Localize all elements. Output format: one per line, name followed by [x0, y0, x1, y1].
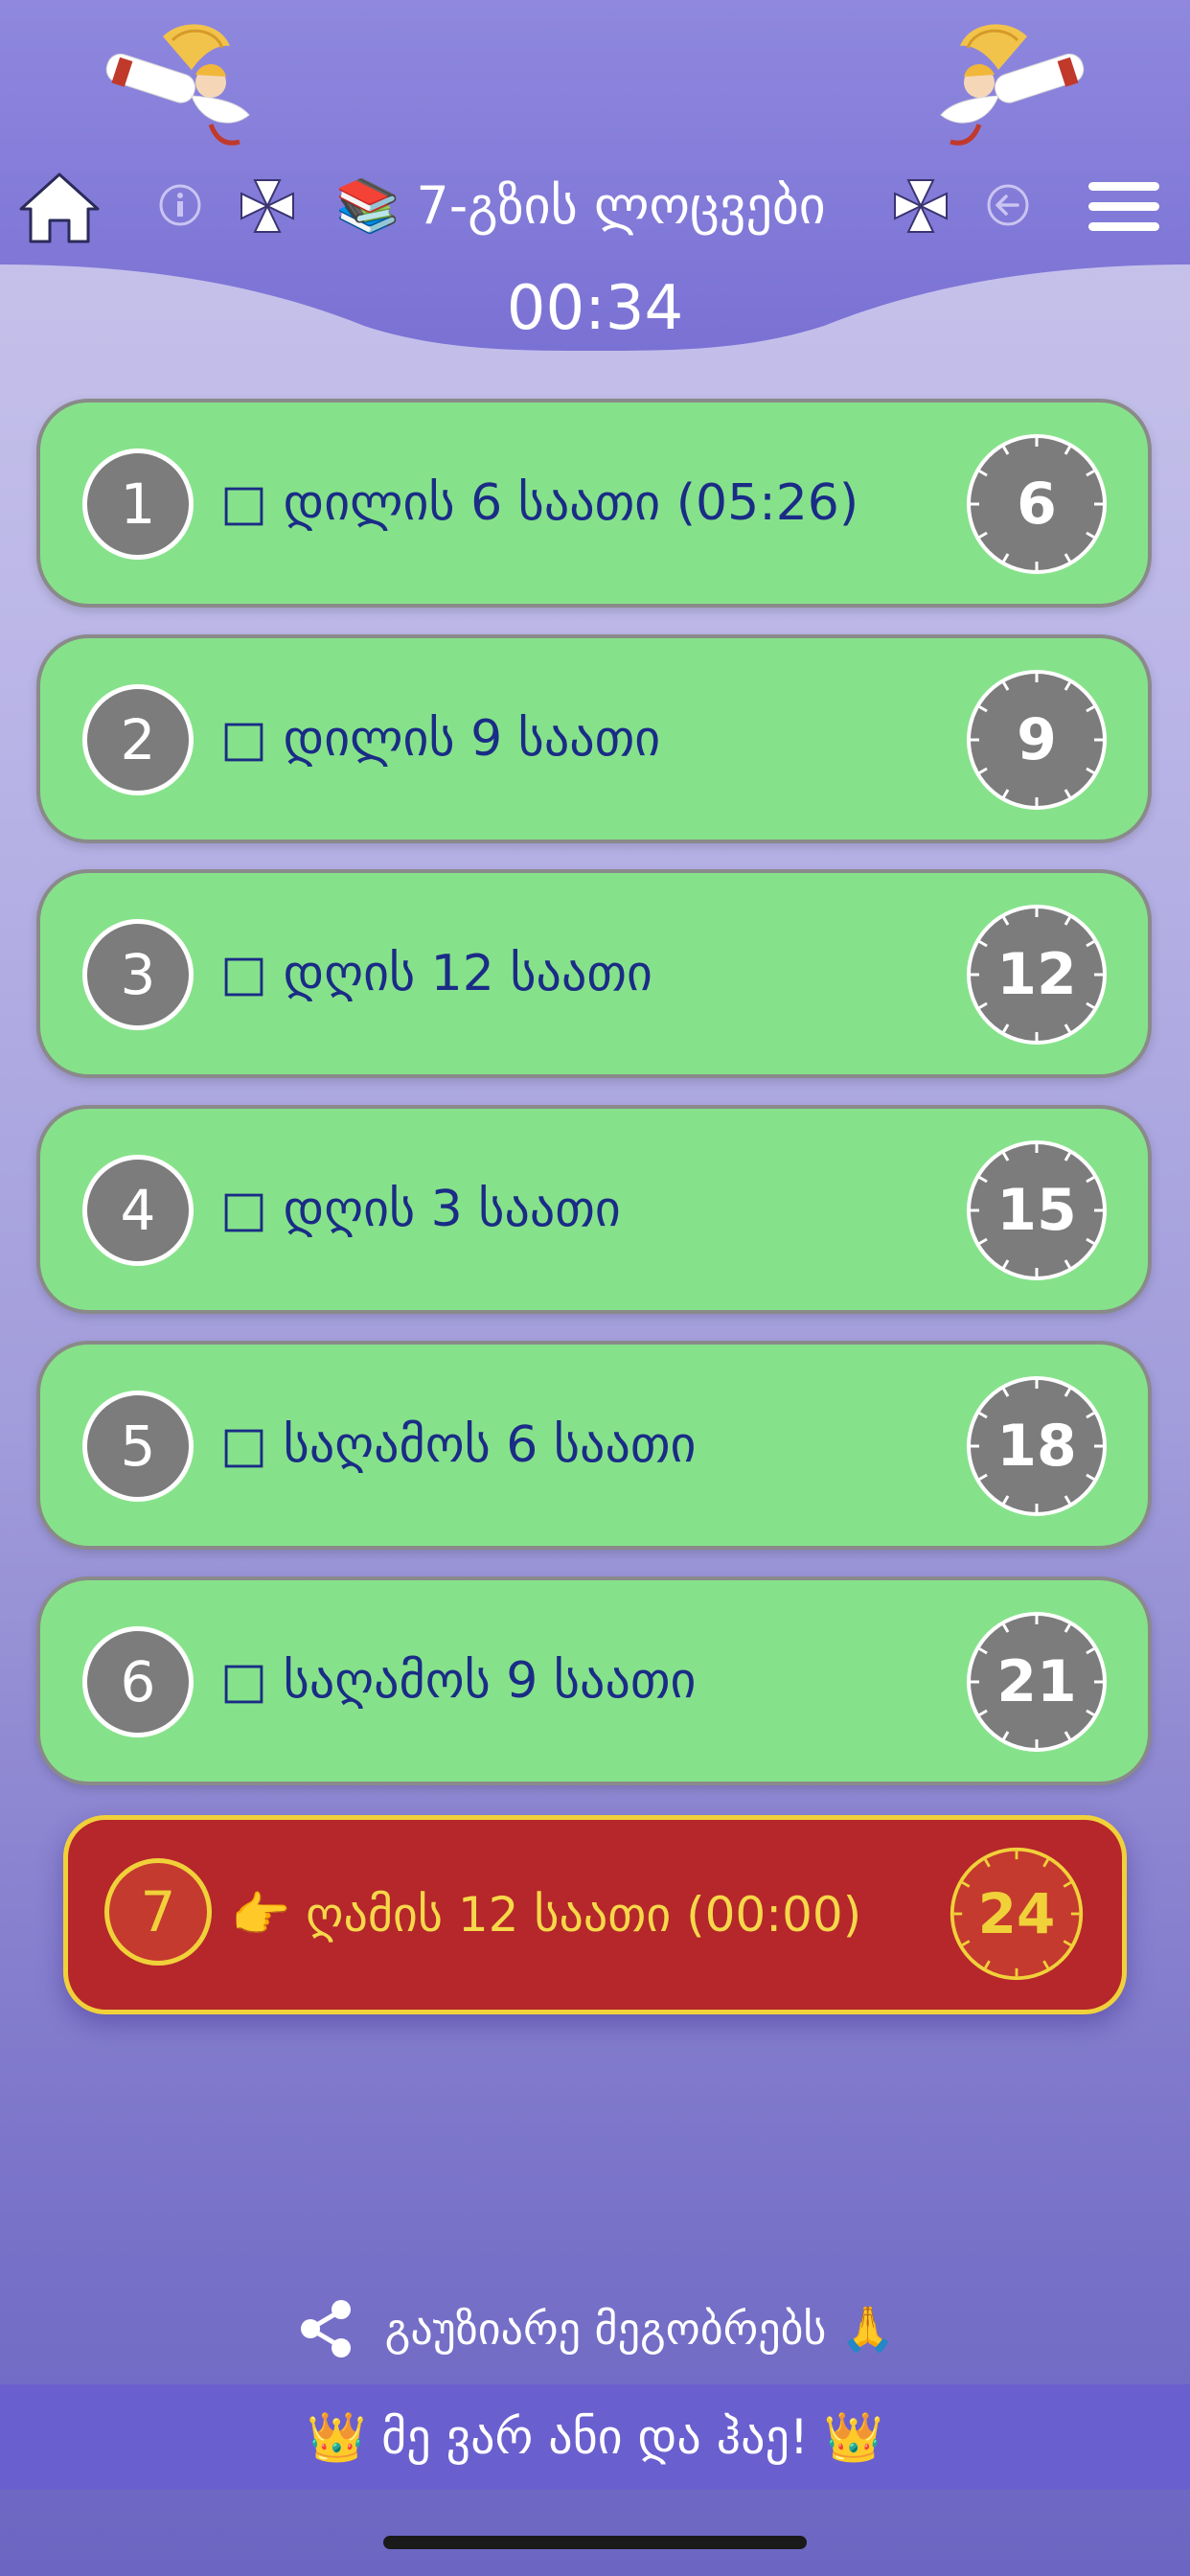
- angel-trumpet-icon: [105, 24, 250, 146]
- row-index-badge: 1: [82, 448, 194, 560]
- row-label: 👉 ღამის 12 საათი (00:00): [231, 1887, 862, 1943]
- app-header: 📚 7-გზის ლოცვები 00:34: [0, 0, 1190, 364]
- row-label: □ საღამოს 9 საათი: [220, 1652, 697, 1710]
- hamburger-menu-icon[interactable]: [1087, 178, 1161, 236]
- prayer-row-3[interactable]: 3 □ დღის 12 საათი 12: [36, 869, 1152, 1078]
- info-icon[interactable]: [157, 182, 203, 228]
- angel-trumpet-icon: [940, 24, 1085, 146]
- row-label: □ დილის 6 საათი (05:26): [220, 474, 859, 532]
- row-label: □ საღამოს 6 საათი: [220, 1416, 697, 1474]
- prayer-row-7-current[interactable]: 7 👉 ღამის 12 საათი (00:00) 24: [63, 1815, 1127, 2014]
- row-index-badge: 7: [104, 1858, 212, 1966]
- clock-hour: 21: [996, 1648, 1077, 1715]
- prayer-row-2[interactable]: 2 □ დილის 9 საათი 9: [36, 634, 1152, 843]
- row-label: □ დილის 9 საათი: [220, 710, 661, 768]
- back-arrow-icon[interactable]: [985, 182, 1031, 228]
- row-label: □ დღის 3 საათი: [220, 1181, 621, 1238]
- countdown-timer: 00:34: [506, 273, 684, 344]
- row-index-badge: 3: [82, 919, 194, 1030]
- share-label[interactable]: გაუზიარე მეგობრებს 🙏: [385, 2303, 896, 2356]
- share-with-friends[interactable]: გაუზიარე მეგობრებს 🙏: [0, 2290, 1190, 2367]
- row-index-badge: 5: [82, 1391, 194, 1502]
- home-icon[interactable]: [17, 169, 102, 245]
- clock-hour: 24: [977, 1881, 1056, 1946]
- row-index-badge: 6: [82, 1626, 194, 1737]
- share-icon[interactable]: [295, 2297, 358, 2360]
- footer-banner: 👑 მე ვარ ანი და ჰაე! 👑: [0, 2384, 1190, 2490]
- row-label: □ დღის 12 საათი: [220, 945, 652, 1002]
- maltese-cross-icon: [894, 179, 948, 233]
- row-index-badge: 2: [82, 684, 194, 795]
- clock-hour: 12: [996, 941, 1077, 1008]
- title-bar: 📚 7-გზის ლოცვები: [0, 163, 1190, 249]
- clock-hour: 18: [996, 1413, 1077, 1480]
- prayer-row-4[interactable]: 4 □ დღის 3 საათი 15: [36, 1105, 1152, 1314]
- clock-hour: 9: [1017, 706, 1057, 773]
- clock-hour: 6: [1017, 471, 1057, 538]
- row-index-badge: 4: [82, 1155, 194, 1266]
- maltese-cross-icon: [240, 179, 294, 233]
- prayer-row-1[interactable]: 1 □ დილის 6 საათი (05:26) 6: [36, 399, 1152, 608]
- prayer-row-5[interactable]: 5 □ საღამოს 6 საათი 18: [36, 1341, 1152, 1550]
- prayer-row-6[interactable]: 6 □ საღამოს 9 საათი 21: [36, 1576, 1152, 1785]
- clock-hour: 15: [996, 1177, 1077, 1244]
- home-indicator[interactable]: [383, 2536, 807, 2549]
- page-title: 📚 7-გზის ლოცვები: [335, 175, 826, 236]
